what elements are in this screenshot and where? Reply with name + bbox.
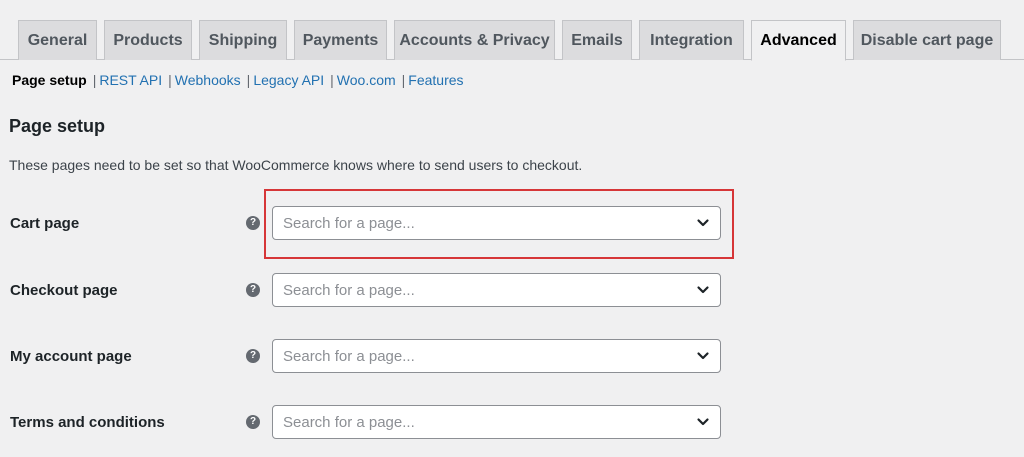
checkout-page-label: Checkout page (10, 281, 118, 299)
subnav-link-webhooks[interactable]: Webhooks (175, 72, 241, 88)
terms-conditions-label: Terms and conditions (10, 413, 165, 431)
subnav-separator: | (246, 72, 251, 88)
chevron-down-icon (697, 219, 709, 227)
chevron-down-icon (697, 352, 709, 360)
my-account-page-select[interactable]: Search for a page... (272, 339, 721, 373)
tab-label: Shipping (208, 31, 278, 49)
tab-label: General (27, 31, 88, 49)
subnav-separator: | (92, 72, 97, 88)
tab-label: Products (113, 31, 183, 49)
subnav-separator: | (168, 72, 172, 88)
select-placeholder: Search for a page... (283, 347, 415, 365)
section-description: These pages need to be set so that WooCo… (9, 157, 583, 173)
tab-label: Accounts & Privacy (399, 31, 550, 49)
tab-emails[interactable]: Emails (562, 20, 632, 60)
help-icon[interactable]: ? (246, 415, 260, 429)
tab-shipping[interactable]: Shipping (199, 20, 287, 60)
terms-conditions-row: Terms and conditions ? Search for a page… (0, 405, 1024, 439)
tab-label: Integration (650, 31, 733, 49)
tab-products[interactable]: Products (104, 20, 192, 60)
tab-disable-cart-page[interactable]: Disable cart page (853, 20, 1001, 60)
subnav-link-woo-com[interactable]: Woo.com (337, 72, 396, 88)
tab-label: Payments (302, 31, 379, 49)
tab-payments[interactable]: Payments (294, 20, 387, 60)
subnav-separator: | (401, 72, 406, 88)
tab-label: Disable cart page (860, 31, 994, 49)
select-placeholder: Search for a page... (283, 413, 415, 431)
cart-page-label: Cart page (10, 214, 80, 232)
advanced-subnav: Page setup | REST API | Webhooks | Legac… (12, 72, 464, 88)
chevron-down-icon (697, 418, 709, 426)
tab-integration[interactable]: Integration (639, 20, 744, 60)
tab-label: Emails (571, 31, 623, 49)
subnav-link-features[interactable]: Features (408, 72, 463, 88)
tab-general[interactable]: General (18, 20, 97, 60)
checkout-page-select[interactable]: Search for a page... (272, 273, 721, 307)
subnav-separator: | (330, 72, 334, 88)
checkout-page-row: Checkout page ? Search for a page... (0, 273, 1024, 307)
tab-accounts-privacy[interactable]: Accounts & Privacy (394, 20, 555, 60)
terms-conditions-select[interactable]: Search for a page... (272, 405, 721, 439)
subnav-current-page-setup: Page setup (12, 72, 87, 88)
settings-page: General Products Shipping Payments Accou… (0, 0, 1024, 457)
my-account-page-label: My account page (10, 347, 132, 365)
help-icon[interactable]: ? (246, 283, 260, 297)
section-title: Page setup (9, 116, 106, 136)
select-placeholder: Search for a page... (283, 281, 415, 299)
select-placeholder: Search for a page... (283, 214, 415, 232)
settings-tabs: General Products Shipping Payments Accou… (0, 0, 1024, 61)
tab-advanced[interactable]: Advanced (751, 20, 846, 61)
tab-label: Advanced (760, 31, 837, 49)
subnav-link-legacy-api[interactable]: Legacy API (253, 72, 324, 88)
cart-page-select[interactable]: Search for a page... (272, 206, 721, 240)
chevron-down-icon (697, 286, 709, 294)
my-account-page-row: My account page ? Search for a page... (0, 339, 1024, 373)
subnav-link-rest-api[interactable]: REST API (99, 72, 162, 88)
cart-page-row: Cart page ? Search for a page... (0, 206, 1024, 240)
help-icon[interactable]: ? (246, 216, 260, 230)
help-icon[interactable]: ? (246, 349, 260, 363)
